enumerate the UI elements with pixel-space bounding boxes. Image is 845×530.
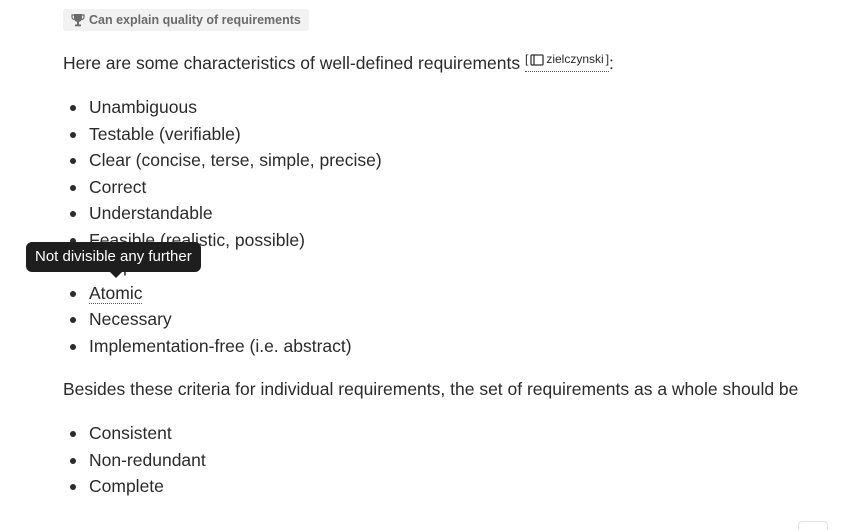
trophy-icon [71,13,85,27]
intro-tail: : [609,53,614,73]
set-criteria-list: Consistent Non-redundant Complete [63,420,206,500]
badge-label: Can explain quality of requirements [89,13,301,27]
list-item: Clear (concise, terse, simple, precise) [63,147,382,174]
list-item: Implementation-free (i.e. abstract) [63,333,382,360]
tooltip: Not divisible any further [26,242,201,278]
list-item: Complete [63,473,206,500]
list-item-atomic: Atomic [63,280,382,307]
intro-paragraph: Here are some characteristics of well-de… [63,52,614,78]
list-item: Consistent [63,420,206,447]
list-item: Necessary [63,306,382,333]
citation-open-bracket: [ [525,52,529,66]
list-item: Non-redundant [63,447,206,474]
corner-button[interactable] [798,521,828,530]
page: Can explain quality of requirements Here… [0,0,845,530]
list-item: Testable (verifiable) [63,121,382,148]
learning-outcome-badge: Can explain quality of requirements [63,9,309,31]
list-item: Understandable [63,200,382,227]
list-item: Correct [63,174,382,201]
requirement-characteristics-list: Unambiguous Testable (verifiable) Clear … [63,94,382,359]
citation-close-bracket: ] [605,52,610,66]
atomic-term[interactable]: Atomic [89,282,143,304]
citation-link[interactable]: [ zielczynski] [525,48,610,72]
intro-text: Here are some characteristics of well-de… [63,53,525,73]
set-criteria-paragraph: Besides these criteria for individual re… [63,379,799,399]
citation-label: zielczynski [546,52,604,66]
list-item: Unambiguous [63,94,382,121]
book-icon [530,54,544,66]
